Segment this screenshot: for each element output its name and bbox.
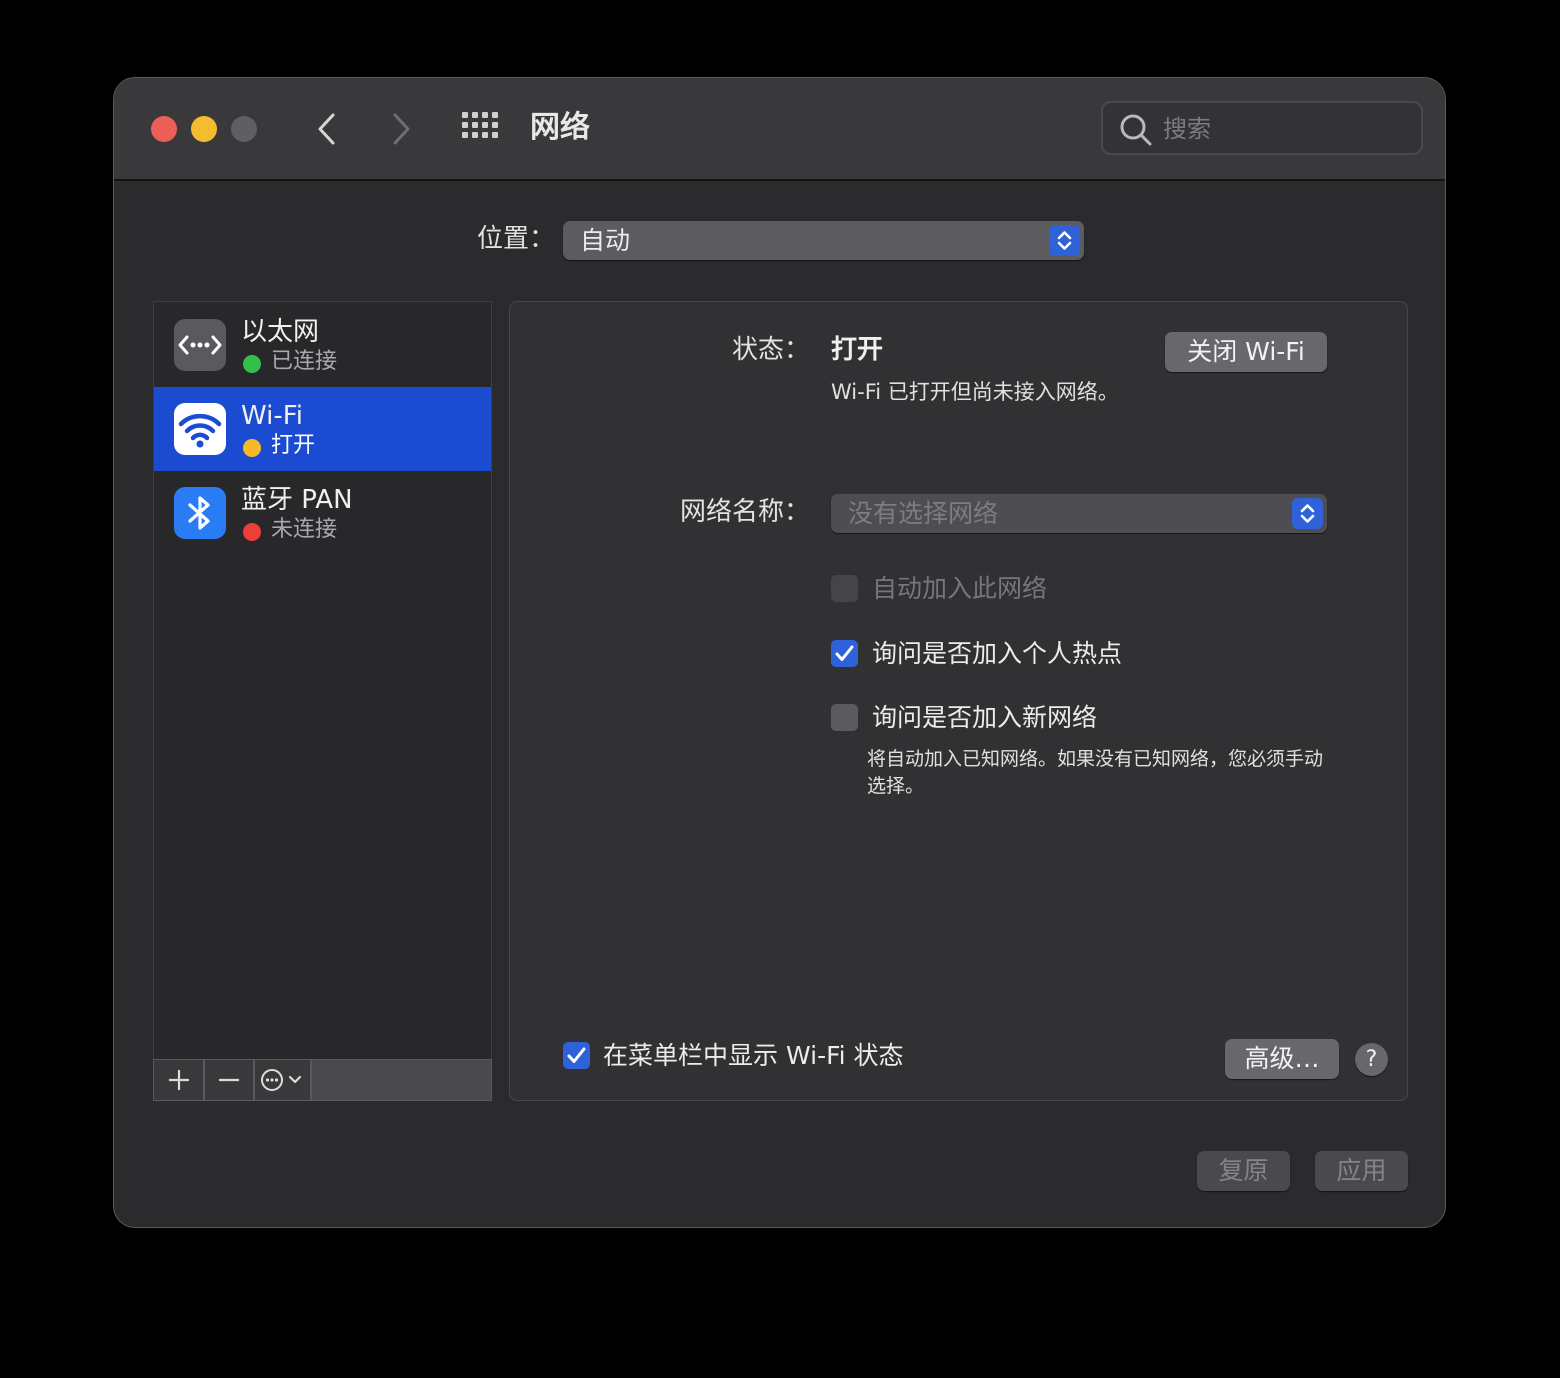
- search-icon: [1120, 114, 1152, 146]
- status-description: Wi-Fi 已打开但尚未接入网络。: [831, 380, 1119, 404]
- service-name: Wi-Fi: [241, 401, 304, 431]
- minimize-window-button[interactable]: [191, 116, 217, 142]
- search-field[interactable]: [1101, 101, 1423, 155]
- bluetooth-icon: [174, 487, 226, 539]
- back-button[interactable]: [307, 108, 347, 150]
- close-window-button[interactable]: [151, 116, 177, 142]
- chevron-left-icon: [318, 113, 335, 145]
- show-all-button[interactable]: [462, 112, 502, 146]
- wifi-icon: [174, 403, 226, 455]
- forward-button[interactable]: [381, 108, 421, 150]
- auto-join-checkbox[interactable]: [831, 575, 858, 602]
- ask-hotspot-label: 询问是否加入个人热点: [872, 639, 1123, 668]
- minus-icon: [219, 1078, 239, 1082]
- service-status: 未连接: [271, 517, 338, 542]
- remove-service-button[interactable]: [205, 1060, 255, 1100]
- ask-new-network-label: 询问是否加入新网络: [872, 703, 1098, 732]
- service-item-wifi[interactable]: Wi-Fi 打开: [154, 387, 491, 471]
- window-title: 网络: [530, 110, 590, 145]
- ask-new-network-note: 将自动加入已知网络。如果没有已知网络，您必须手动选择。: [867, 748, 1324, 797]
- show-in-menubar-checkbox[interactable]: [563, 1042, 590, 1069]
- status-dot: [243, 355, 261, 373]
- auto-join-label: 自动加入此网络: [872, 574, 1048, 603]
- advanced-button[interactable]: 高级…: [1225, 1039, 1339, 1079]
- plus-icon: [168, 1070, 189, 1090]
- popup-arrows-icon: [1292, 498, 1323, 529]
- ask-new-network-checkbox[interactable]: [831, 704, 858, 731]
- service-name: 蓝牙 PAN: [241, 485, 353, 515]
- checkmark-icon: [567, 1047, 586, 1063]
- popup-arrows-icon: [1049, 225, 1080, 256]
- help-button[interactable]: ?: [1355, 1043, 1388, 1076]
- network-name-label: 网络名称：: [679, 497, 810, 527]
- checkmark-icon: [835, 645, 854, 661]
- status-dot: [243, 523, 261, 541]
- ask-hotspot-checkbox[interactable]: [831, 640, 858, 667]
- location-popup[interactable]: 自动: [563, 221, 1084, 260]
- service-item-bluetooth-pan[interactable]: 蓝牙 PAN 未连接: [154, 471, 491, 555]
- location-value: 自动: [580, 226, 631, 255]
- revert-button[interactable]: 复原: [1197, 1151, 1290, 1191]
- search-input[interactable]: [1161, 111, 1405, 147]
- location-label: 位置：: [477, 224, 556, 254]
- action-menu-button[interactable]: [255, 1060, 312, 1100]
- apply-button[interactable]: 应用: [1315, 1151, 1408, 1191]
- show-in-menubar-label: 在菜单栏中显示 Wi-Fi 状态: [603, 1041, 904, 1070]
- title-bar: 网络: [114, 78, 1445, 181]
- service-status: 打开: [271, 433, 316, 458]
- ellipsis-circle-icon: [260, 1069, 301, 1091]
- ethernet-icon: [174, 319, 226, 371]
- zoom-window-button[interactable]: [231, 116, 257, 142]
- service-name: 以太网: [241, 317, 320, 347]
- wifi-detail-panel: 状态： 打开 关闭 Wi-Fi Wi-Fi 已打开但尚未接入网络。 网络名称： …: [509, 301, 1408, 1101]
- add-service-button[interactable]: [154, 1060, 205, 1100]
- network-name-popup[interactable]: 没有选择网络: [831, 494, 1327, 533]
- status-value: 打开: [831, 335, 884, 365]
- service-status: 已连接: [271, 349, 338, 374]
- service-item-ethernet[interactable]: 以太网 已连接: [154, 303, 491, 387]
- status-label: 状态：: [731, 335, 810, 365]
- network-preferences-window: 网络 位置： 自动 以太: [113, 77, 1446, 1228]
- service-list: 以太网 已连接 Wi-Fi 打开 蓝牙 PAN 未连接: [153, 301, 492, 1101]
- turn-off-wifi-button[interactable]: 关闭 Wi-Fi: [1165, 332, 1327, 372]
- status-dot: [243, 439, 261, 457]
- service-list-toolbar: [153, 1059, 492, 1101]
- chevron-right-icon: [393, 113, 410, 145]
- network-name-value: 没有选择网络: [848, 499, 999, 528]
